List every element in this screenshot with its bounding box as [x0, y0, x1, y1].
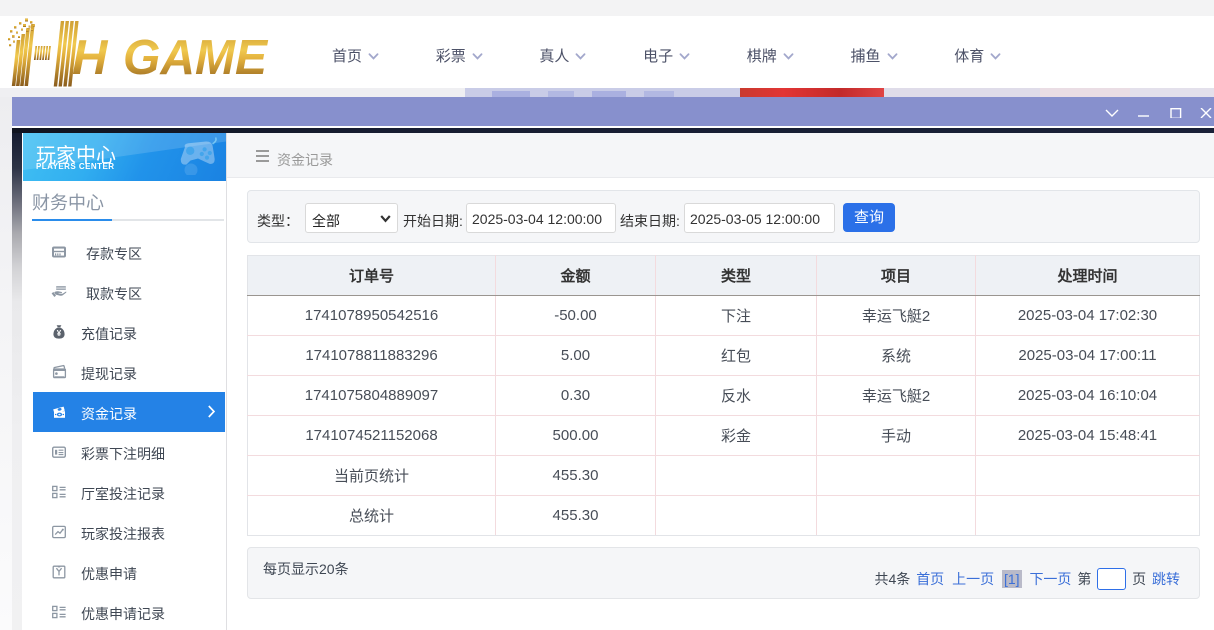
svg-text:¥: ¥: [57, 329, 62, 338]
svg-text:GAME: GAME: [123, 31, 268, 85]
svg-text:H: H: [72, 31, 109, 85]
